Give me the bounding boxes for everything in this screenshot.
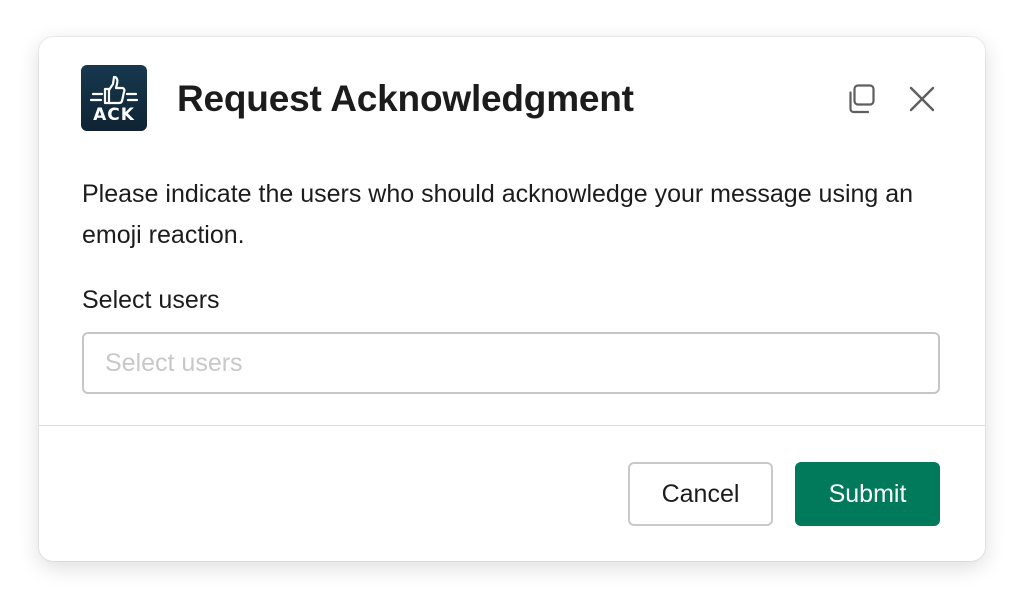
select-users-label: Select users	[82, 286, 220, 314]
close-button[interactable]	[902, 79, 942, 119]
submit-button[interactable]: Submit	[795, 462, 940, 526]
copy-button[interactable]	[841, 79, 881, 119]
select-users-input[interactable]	[82, 332, 940, 394]
dialog-description: Please indicate the users who should ack…	[82, 180, 914, 249]
footer-divider	[39, 425, 985, 426]
logo-text: ACK	[93, 105, 135, 125]
copy-icon	[849, 84, 875, 114]
dialog-title: Request Acknowledgment	[177, 78, 634, 119]
cancel-button[interactable]: Cancel	[628, 462, 773, 526]
request-acknowledgment-dialog: ACK Request Acknowledgment Please indica…	[39, 37, 985, 561]
app-logo: ACK	[81, 65, 147, 131]
dialog-header: ACK Request Acknowledgment	[39, 37, 985, 163]
close-icon	[909, 86, 935, 112]
